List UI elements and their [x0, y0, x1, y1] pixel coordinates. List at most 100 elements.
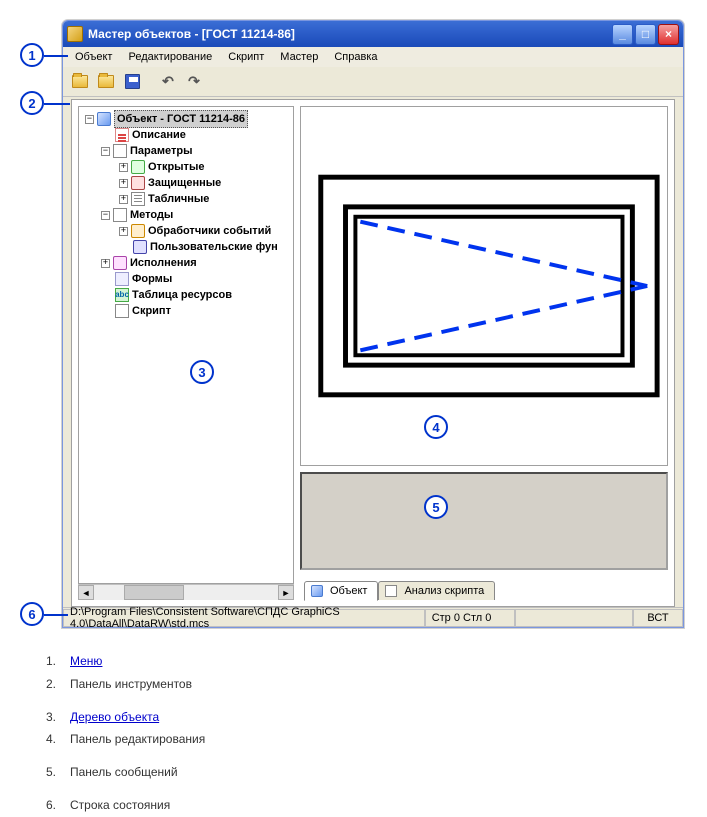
callout-6: 6	[20, 602, 44, 626]
object-tree[interactable]: − Объект - ГОСТ 11214-86 Описание − Пара…	[79, 107, 293, 319]
tree-label: Защищенные	[148, 175, 221, 191]
legend-item-1: 1.Меню	[42, 650, 205, 673]
scroll-track[interactable]	[94, 585, 278, 600]
close-button[interactable]: ×	[658, 24, 679, 45]
menu-edit[interactable]: Редактирование	[120, 49, 220, 65]
collapse-icon[interactable]: −	[101, 211, 110, 220]
tree-root-label: Объект - ГОСТ 11214-86	[114, 110, 248, 128]
menu-help[interactable]: Справка	[326, 49, 385, 65]
work-area: − Объект - ГОСТ 11214-86 Описание − Пара…	[71, 99, 675, 607]
event-handlers-icon	[131, 224, 145, 238]
tab-label: Анализ скрипта	[404, 585, 484, 597]
tree-node-open[interactable]: + Открытые	[83, 159, 293, 175]
tree-node-exec[interactable]: + Исполнения	[83, 255, 293, 271]
tab-script-analysis[interactable]: Анализ скрипта	[378, 581, 495, 600]
legend-text: Строка состояния	[70, 794, 170, 817]
tree-node-userfn[interactable]: Пользовательские фун	[83, 239, 293, 255]
legend-link-menu[interactable]: Меню	[70, 650, 102, 673]
status-mode: ВСТ	[633, 609, 683, 627]
right-pane: Объект Анализ скрипта	[300, 106, 668, 600]
callout-3: 3	[190, 360, 214, 384]
status-position: Стр 0 Стл 0	[425, 609, 515, 627]
bottom-tabs: Объект Анализ скрипта	[300, 576, 668, 600]
window-title: Мастер объектов - [ГОСТ 11214-86]	[88, 27, 610, 41]
tree-node-description[interactable]: Описание	[83, 127, 293, 143]
tree-node-methods[interactable]: − Методы	[83, 207, 293, 223]
tree-root[interactable]: − Объект - ГОСТ 11214-86	[83, 111, 293, 127]
message-panel	[300, 472, 668, 570]
tree-label: Пользовательские фун	[150, 239, 278, 255]
tree-node-protected[interactable]: + Защищенные	[83, 175, 293, 191]
toolbar: ↶ ↷	[63, 67, 683, 97]
redo-icon: ↷	[188, 73, 200, 90]
callout-4: 4	[424, 415, 448, 439]
legend-link-tree[interactable]: Дерево объекта	[70, 706, 159, 729]
collapse-icon[interactable]: −	[85, 115, 94, 124]
menu-master[interactable]: Мастер	[272, 49, 326, 65]
legend-item-4: 4.Панель редактирования	[42, 728, 205, 751]
params-icon	[113, 144, 127, 158]
tab-object[interactable]: Объект	[304, 581, 378, 601]
tree-node-tabular[interactable]: + Табличные	[83, 191, 293, 207]
tree-label: Описание	[132, 127, 186, 143]
tree-node-handlers[interactable]: + Обработчики событий	[83, 223, 293, 239]
protected-params-icon	[131, 176, 145, 190]
legend-item-5: 5.Панель сообщений	[42, 761, 205, 784]
undo-button[interactable]: ↶	[157, 71, 179, 93]
redo-button[interactable]: ↷	[183, 71, 205, 93]
expand-icon[interactable]: +	[101, 259, 110, 268]
legend-item-2: 2.Панель инструментов	[42, 673, 205, 696]
tree-panel: − Объект - ГОСТ 11214-86 Описание − Пара…	[78, 106, 294, 584]
tree-label: Скрипт	[132, 303, 171, 319]
tree-label: Формы	[132, 271, 172, 287]
tree-node-params[interactable]: − Параметры	[83, 143, 293, 159]
callout-line	[44, 103, 70, 105]
save-button[interactable]	[121, 71, 143, 93]
collapse-icon[interactable]: −	[101, 147, 110, 156]
scroll-left-button[interactable]: ◄	[78, 585, 94, 600]
tree-node-forms[interactable]: Формы	[83, 271, 293, 287]
maximize-button[interactable]: □	[635, 24, 656, 45]
open-params-icon	[131, 160, 145, 174]
methods-icon	[113, 208, 127, 222]
titlebar[interactable]: Мастер объектов - [ГОСТ 11214-86] _ □ ×	[63, 21, 683, 47]
legend-list: 1.Меню 2.Панель инструментов 3.Дерево об…	[42, 650, 205, 817]
expand-icon[interactable]: +	[119, 179, 128, 188]
callout-line	[44, 55, 68, 57]
statusbar: D:\Program Files\Consistent Software\СПД…	[63, 607, 683, 627]
expand-icon[interactable]: +	[119, 227, 128, 236]
minimize-button[interactable]: _	[612, 24, 633, 45]
tree-label: Параметры	[130, 143, 192, 159]
tree-node-resources[interactable]: abc Таблица ресурсов	[83, 287, 293, 303]
expand-icon[interactable]: +	[119, 163, 128, 172]
undo-icon: ↶	[162, 73, 174, 90]
legend-text: Панель инструментов	[70, 673, 192, 696]
callout-1: 1	[20, 43, 44, 67]
description-icon	[115, 128, 129, 142]
expand-icon[interactable]: +	[119, 195, 128, 204]
tree-node-script[interactable]: Скрипт	[83, 303, 293, 319]
scroll-right-button[interactable]: ►	[278, 585, 294, 600]
app-window: Мастер объектов - [ГОСТ 11214-86] _ □ × …	[62, 20, 684, 628]
menu-script[interactable]: Скрипт	[220, 49, 272, 65]
left-pane: − Объект - ГОСТ 11214-86 Описание − Пара…	[78, 106, 294, 600]
executions-icon	[113, 256, 127, 270]
object-tab-icon	[311, 585, 323, 597]
tree-label: Исполнения	[130, 255, 197, 271]
legend-item-3: 3.Дерево объекта	[42, 706, 205, 729]
table-params-icon	[131, 192, 145, 206]
status-path: D:\Program Files\Consistent Software\СПД…	[63, 609, 425, 627]
resources-icon: abc	[115, 288, 129, 302]
tab-label: Объект	[330, 585, 367, 597]
open-button[interactable]	[69, 71, 91, 93]
edit-canvas[interactable]	[300, 106, 668, 466]
tree-hscrollbar[interactable]: ◄ ►	[78, 584, 294, 600]
save-icon	[125, 74, 140, 89]
scroll-thumb[interactable]	[124, 585, 184, 600]
callout-5: 5	[424, 495, 448, 519]
tree-label: Обработчики событий	[148, 223, 271, 239]
menu-object[interactable]: Объект	[67, 49, 120, 65]
legend-text: Панель редактирования	[70, 728, 205, 751]
callout-2: 2	[20, 91, 44, 115]
open2-button[interactable]	[95, 71, 117, 93]
